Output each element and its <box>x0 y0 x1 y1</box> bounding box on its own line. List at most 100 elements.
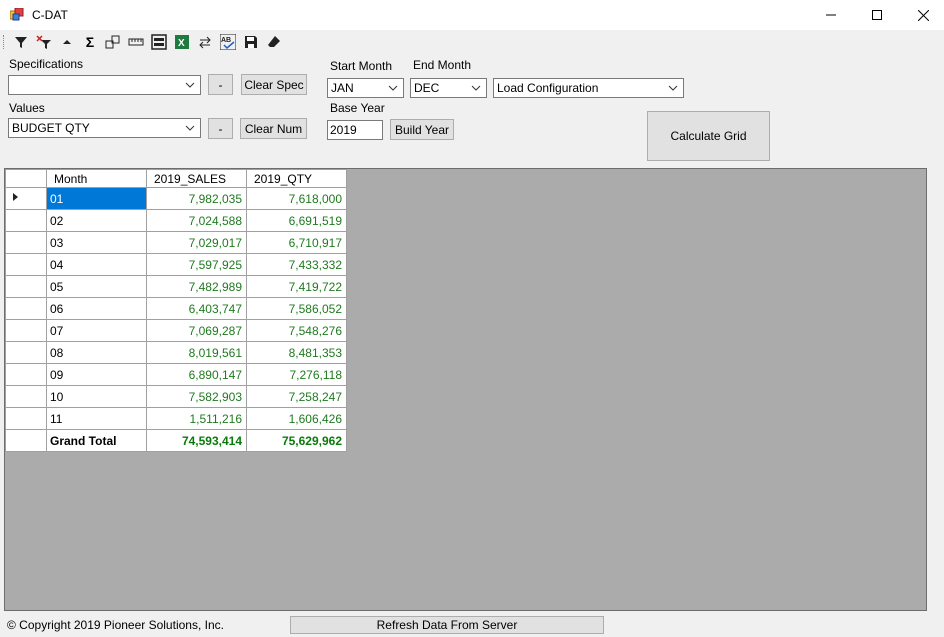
layout-button[interactable] <box>150 33 168 51</box>
chevron-down-icon[interactable] <box>665 80 681 96</box>
sales-cell[interactable]: 7,069,287 <box>146 319 247 342</box>
chevron-down-icon[interactable] <box>468 80 484 96</box>
row-header[interactable] <box>5 187 47 210</box>
qty-cell[interactable]: 7,586,052 <box>246 297 347 320</box>
spellcheck-button[interactable]: AB <box>219 33 237 51</box>
row-header[interactable] <box>5 253 47 276</box>
window-title: C-DAT <box>32 8 68 22</box>
month-cell[interactable]: 03 <box>46 231 147 254</box>
qty-cell[interactable]: 7,419,722 <box>246 275 347 298</box>
eraser-button[interactable] <box>265 33 283 51</box>
month-cell[interactable]: 02 <box>46 209 147 232</box>
month-cell[interactable]: 04 <box>46 253 147 276</box>
grand-total-qty[interactable]: 75,629,962 <box>246 429 347 452</box>
build-year-button[interactable]: Build Year <box>390 119 454 140</box>
calculate-grid-button[interactable]: Calculate Grid <box>647 111 770 161</box>
columns-button[interactable] <box>104 33 122 51</box>
table-row[interactable]: 06 6,403,747 7,586,052 <box>5 297 347 320</box>
row-header[interactable] <box>5 407 47 430</box>
table-row[interactable]: 03 7,029,017 6,710,917 <box>5 231 347 254</box>
month-cell[interactable]: 05 <box>46 275 147 298</box>
sales-cell[interactable]: 6,890,147 <box>146 363 247 386</box>
base-year-input[interactable] <box>327 120 383 140</box>
excel-button[interactable]: X <box>173 33 191 51</box>
row-header[interactable] <box>5 209 47 232</box>
qty-cell[interactable]: 7,276,118 <box>246 363 347 386</box>
sales-cell[interactable]: 7,029,017 <box>146 231 247 254</box>
month-cell[interactable]: 11 <box>46 407 147 430</box>
refresh-data-button[interactable]: Refresh Data From Server <box>290 616 604 634</box>
qty-cell[interactable]: 7,433,332 <box>246 253 347 276</box>
grand-total-label[interactable]: Grand Total <box>46 429 147 452</box>
clear-filter-button[interactable] <box>35 33 53 51</box>
row-header[interactable] <box>5 429 47 452</box>
table-row[interactable]: 04 7,597,925 7,433,332 <box>5 253 347 276</box>
table-row[interactable]: 05 7,482,989 7,419,722 <box>5 275 347 298</box>
specifications-combo[interactable] <box>8 75 201 95</box>
sales-cell[interactable]: 7,982,035 <box>146 187 247 210</box>
end-month-combo[interactable]: DEC <box>410 78 487 98</box>
sales-cell[interactable]: 7,024,588 <box>146 209 247 232</box>
filter-button[interactable] <box>12 33 30 51</box>
chevron-down-icon[interactable] <box>385 80 401 96</box>
sales-cell[interactable]: 1,511,216 <box>146 407 247 430</box>
sales-cell[interactable]: 7,582,903 <box>146 385 247 408</box>
row-header[interactable] <box>5 385 47 408</box>
qty-cell[interactable]: 6,710,917 <box>246 231 347 254</box>
values-remove-button[interactable]: - <box>208 118 233 139</box>
minimize-button[interactable] <box>808 0 854 30</box>
month-cell[interactable]: 06 <box>46 297 147 320</box>
chevron-down-icon[interactable] <box>182 77 198 93</box>
month-cell[interactable]: 01 <box>46 187 147 210</box>
row-header[interactable] <box>5 363 47 386</box>
table-row[interactable]: 02 7,024,588 6,691,519 <box>5 209 347 232</box>
qty-cell[interactable]: 6,691,519 <box>246 209 347 232</box>
row-header[interactable] <box>5 341 47 364</box>
maximize-button[interactable] <box>854 0 900 30</box>
qty-cell[interactable]: 1,606,426 <box>246 407 347 430</box>
grand-total-sales[interactable]: 74,593,414 <box>146 429 247 452</box>
table-row[interactable]: 07 7,069,287 7,548,276 <box>5 319 347 342</box>
toolbar-grip[interactable] <box>3 35 5 49</box>
grand-total-row[interactable]: Grand Total 74,593,414 75,629,962 <box>5 429 347 452</box>
month-cell[interactable]: 08 <box>46 341 147 364</box>
sales-cell[interactable]: 8,019,561 <box>146 341 247 364</box>
sort-up-button[interactable] <box>58 33 76 51</box>
sales-cell[interactable]: 7,482,989 <box>146 275 247 298</box>
qty-cell[interactable]: 7,258,247 <box>246 385 347 408</box>
column-header-qty[interactable]: 2019_QTY <box>246 169 347 188</box>
row-header[interactable] <box>5 297 47 320</box>
clear-num-button[interactable]: Clear Num <box>240 118 307 139</box>
row-header[interactable] <box>5 275 47 298</box>
close-button[interactable] <box>900 0 944 30</box>
sum-button[interactable]: Σ <box>81 33 99 51</box>
table-row[interactable]: 10 7,582,903 7,258,247 <box>5 385 347 408</box>
column-header-sales[interactable]: 2019_SALES <box>146 169 247 188</box>
table-row[interactable]: 11 1,511,216 1,606,426 <box>5 407 347 430</box>
month-cell[interactable]: 10 <box>46 385 147 408</box>
ruler-button[interactable] <box>127 33 145 51</box>
load-configuration-combo[interactable]: Load Configuration <box>493 78 684 98</box>
sales-cell[interactable]: 7,597,925 <box>146 253 247 276</box>
data-grid[interactable]: Month 2019_SALES 2019_QTY 01 7,982,035 7,6… <box>4 168 927 611</box>
clear-spec-button[interactable]: Clear Spec <box>241 74 307 95</box>
qty-cell[interactable]: 8,481,353 <box>246 341 347 364</box>
values-combo[interactable]: BUDGET QTY <box>8 118 201 138</box>
chevron-down-icon[interactable] <box>182 120 198 136</box>
row-header[interactable] <box>5 231 47 254</box>
row-header[interactable] <box>5 319 47 342</box>
table-row[interactable]: 08 8,019,561 8,481,353 <box>5 341 347 364</box>
month-cell[interactable]: 07 <box>46 319 147 342</box>
qty-cell[interactable]: 7,618,000 <box>246 187 347 210</box>
table-row[interactable]: 01 7,982,035 7,618,000 <box>5 187 347 210</box>
start-month-combo[interactable]: JAN <box>327 78 404 98</box>
spec-remove-button[interactable]: - <box>208 74 233 95</box>
grid-corner[interactable] <box>5 169 47 188</box>
month-cell[interactable]: 09 <box>46 363 147 386</box>
qty-cell[interactable]: 7,548,276 <box>246 319 347 342</box>
column-header-month[interactable]: Month <box>46 169 147 188</box>
table-row[interactable]: 09 6,890,147 7,276,118 <box>5 363 347 386</box>
swap-button[interactable] <box>196 33 214 51</box>
sales-cell[interactable]: 6,403,747 <box>146 297 247 320</box>
save-button[interactable] <box>242 33 260 51</box>
